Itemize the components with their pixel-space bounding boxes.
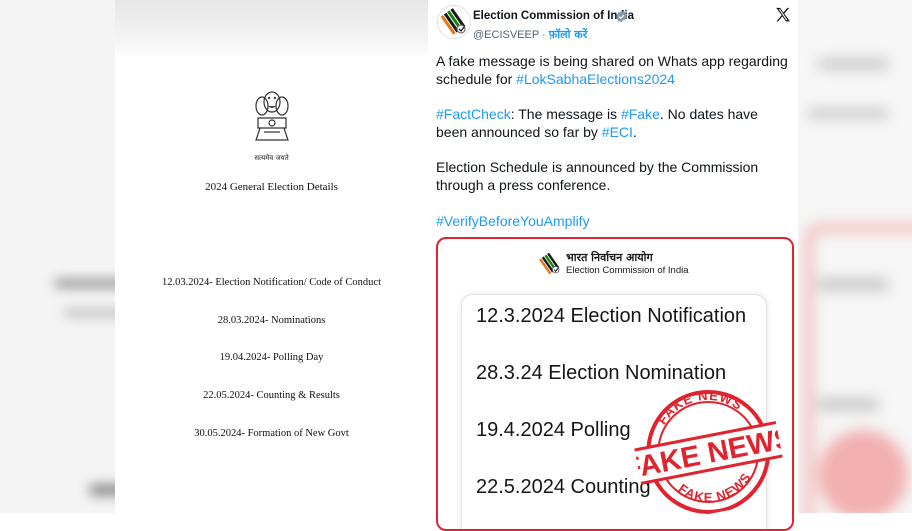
author-name[interactable]: Election Commission of India — [473, 10, 634, 22]
card-header-hindi: भारत निर्वाचन आयोग — [566, 251, 653, 264]
separator: · — [539, 29, 549, 41]
verified-badge-icon — [615, 10, 628, 23]
tweet-text: . — [632, 124, 637, 140]
handle-row: @ECISVEEP · फ़ॉलो करें — [473, 27, 587, 42]
tweet-paragraph-1: A fake message is being shared on Whats … — [436, 52, 792, 88]
author-handle[interactable]: @ECISVEEP — [473, 29, 539, 41]
hashtag-link[interactable]: #FactCheck — [436, 106, 511, 122]
fake-schedule-document: सत्यमेव जयते 2024 General Election Detai… — [115, 0, 428, 513]
eci-logo-icon — [537, 251, 563, 277]
schedule-line: 28.03.2024- Nominations — [217, 315, 326, 326]
schedule-line: 12.03.2024- Election Notification/ Code … — [161, 277, 381, 288]
list-item: 28.3.24 Election Nomination — [476, 362, 727, 384]
hashtag-link[interactable]: #ECI — [602, 124, 633, 140]
x-logo-icon[interactable] — [774, 6, 792, 24]
tweet-paragraph-3: Election Schedule is announced by the Co… — [436, 159, 759, 193]
tweet-paragraph-2: #FactCheck: The message is #Fake. No dat… — [436, 105, 792, 141]
follow-button[interactable]: फ़ॉलो करें — [549, 28, 587, 41]
tweet-text: : The message is — [510, 106, 621, 122]
blurred-background-left — [0, 0, 115, 513]
list-item: 22.5.2024 Counting — [476, 476, 651, 498]
card-header-english: Election Commission of India — [566, 265, 689, 276]
hashtag-link[interactable]: #VerifyBeforeYouAmplify — [436, 212, 792, 230]
document-top-shade — [115, 0, 428, 58]
document-title: 2024 General Election Details — [205, 181, 338, 193]
hashtag-link[interactable]: #Fake — [621, 106, 660, 122]
emblem-motto: सत्यमेव जयते — [254, 154, 289, 162]
list-item: 19.4.2024 Polling — [476, 419, 631, 441]
blurred-background-right — [798, 0, 912, 513]
schedule-line: 19.04.2024- Polling Day — [219, 352, 324, 363]
schedule-line: 30.05.2024- Formation of New Govt — [194, 428, 349, 439]
schedule-line: 22.05.2024- Counting & Results — [203, 390, 340, 401]
national-emblem-icon — [250, 88, 294, 150]
eci-logo-icon[interactable] — [437, 5, 471, 39]
list-item: 12.3.2024 Election Notification — [476, 305, 747, 327]
hashtag-link[interactable]: #LokSabhaElections2024 — [516, 71, 675, 87]
